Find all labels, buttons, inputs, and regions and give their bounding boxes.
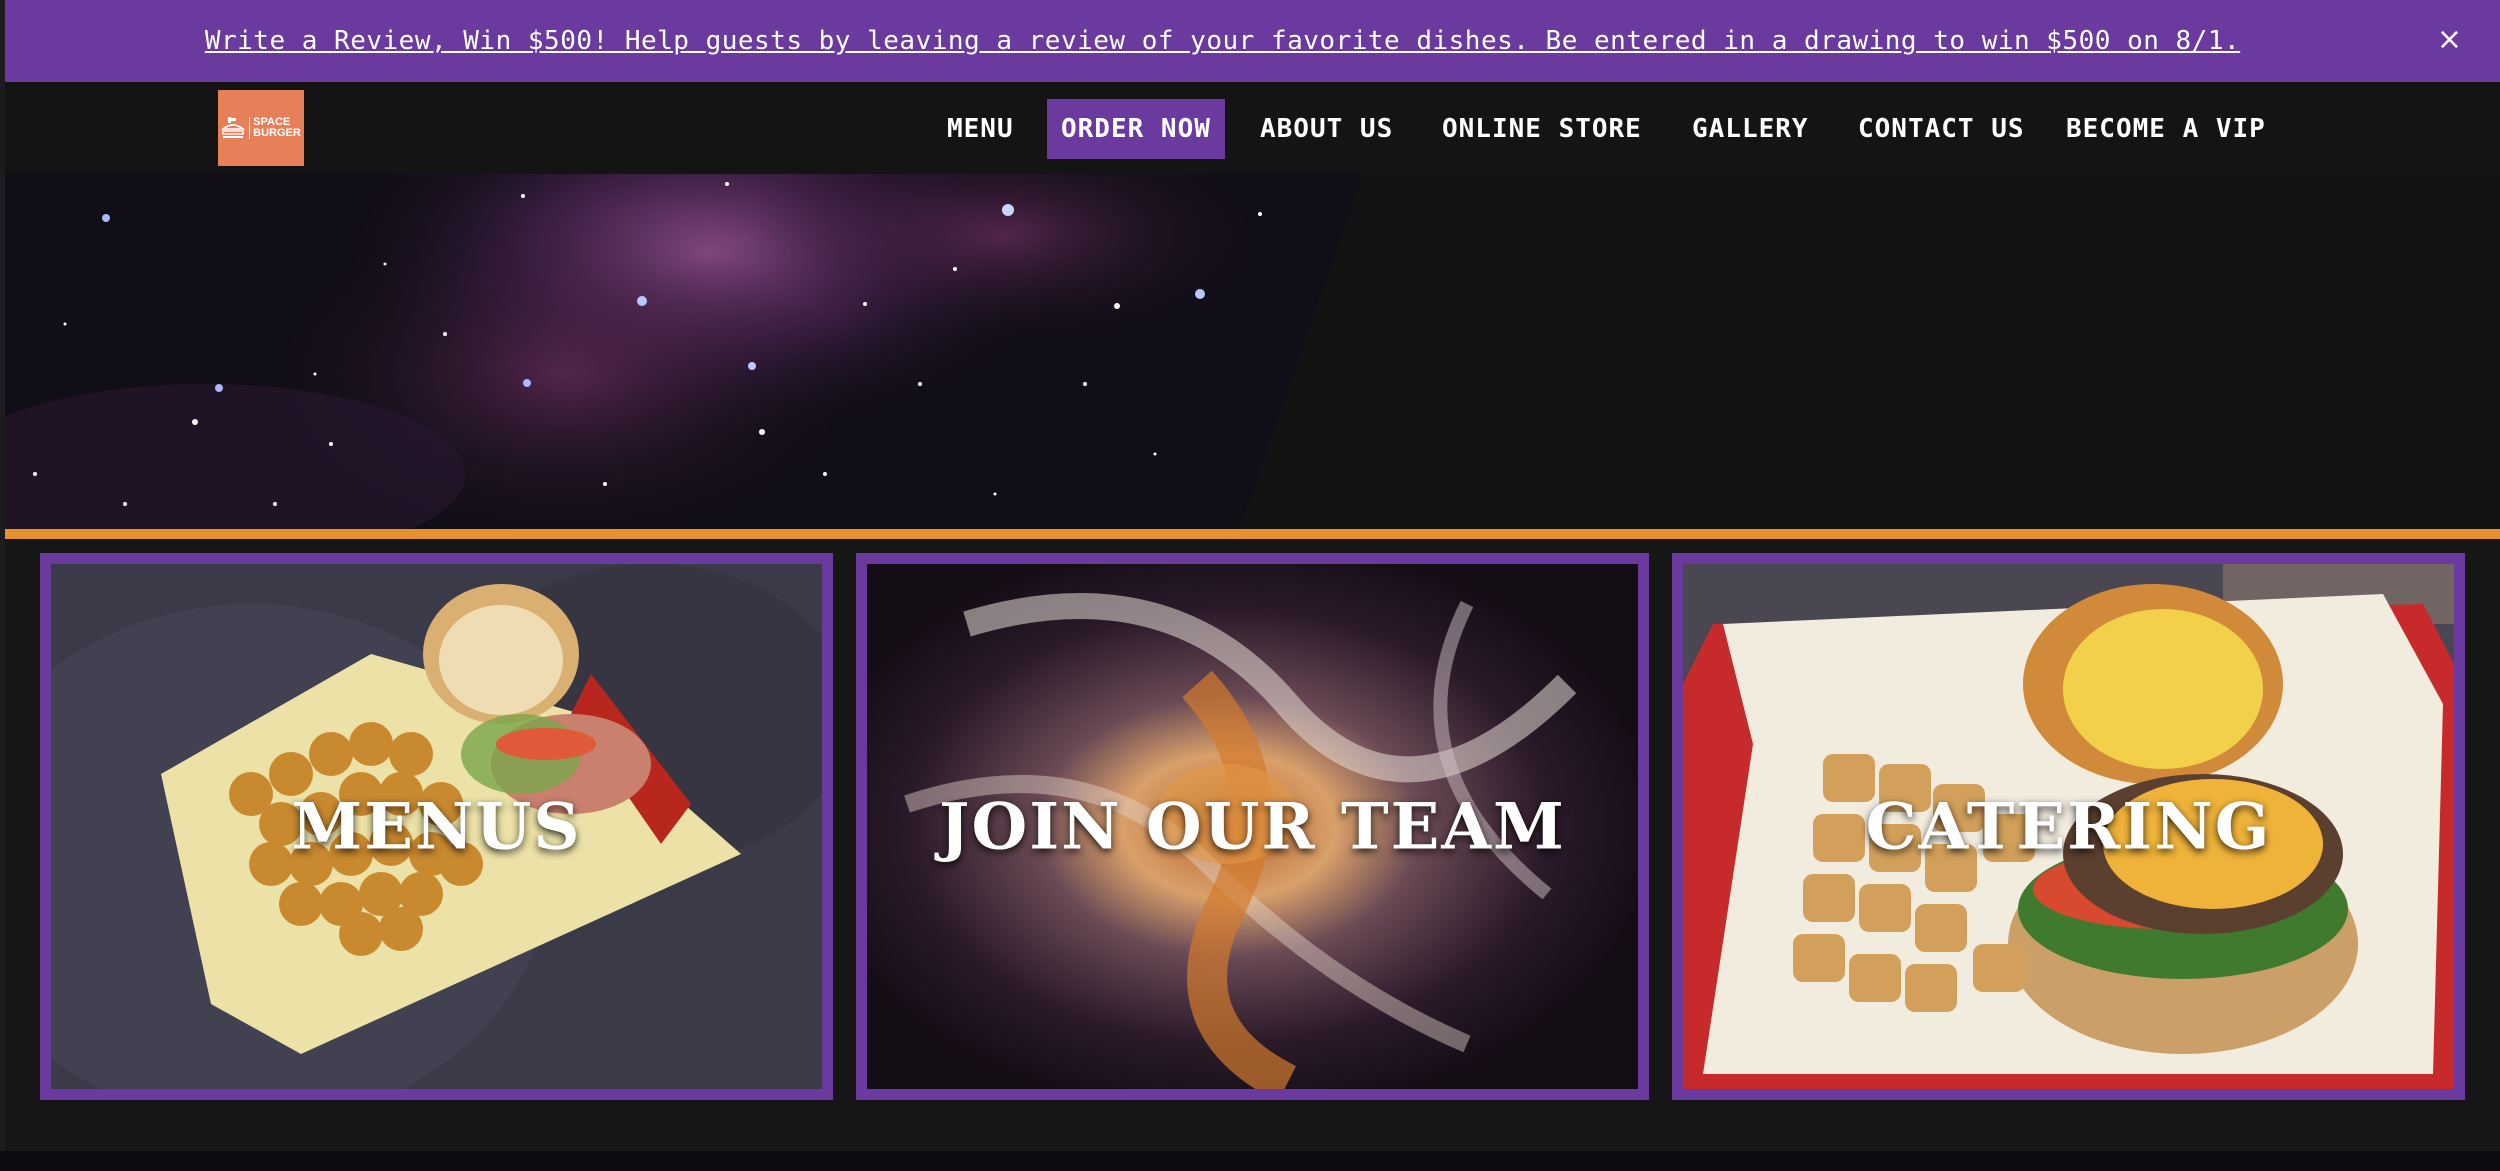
nav-item-order-now[interactable]: ORDER NOW xyxy=(1047,99,1225,159)
nav-item-contact-us[interactable]: CONTACT US xyxy=(1858,99,2025,159)
nav-item-menu[interactable]: MENU xyxy=(947,99,1014,159)
nav-item-online-store[interactable]: ONLINE STORE xyxy=(1442,99,1642,159)
close-icon[interactable]: × xyxy=(2437,22,2462,57)
card-join-our-team[interactable]: JOIN OUR TEAM xyxy=(856,553,1649,1100)
nav-item-become-a-vip[interactable]: BECOME A VIP xyxy=(2066,99,2266,159)
orange-divider xyxy=(5,529,2500,539)
site-header: SPACE BURGER MENU ORDER NOW ABOUT US ONL… xyxy=(5,82,2500,174)
card-menus[interactable]: MENUS xyxy=(40,553,833,1100)
card-catering-label: CATERING xyxy=(1865,789,2272,864)
nav-item-about-us[interactable]: ABOUT US xyxy=(1260,99,1393,159)
main-nav: MENU ORDER NOW ABOUT US ONLINE STORE GAL… xyxy=(5,99,2500,159)
hero-banner xyxy=(5,174,2500,529)
page-footer-edge xyxy=(0,1151,2500,1171)
feature-cards: MENUS JOIN OUR TEAM CATERING xyxy=(5,539,2500,1151)
announcement-link[interactable]: Write a Review, Win $500! Help guests by… xyxy=(205,26,2240,56)
nav-item-gallery[interactable]: GALLERY xyxy=(1692,99,1809,159)
card-menus-label: MENUS xyxy=(291,789,582,864)
announcement-bar: Write a Review, Win $500! Help guests by… xyxy=(5,0,2500,82)
space-nebula-image xyxy=(5,174,1363,529)
page: Write a Review, Win $500! Help guests by… xyxy=(0,0,2500,1171)
card-catering[interactable]: CATERING xyxy=(1672,553,2465,1100)
card-join-our-team-label: JOIN OUR TEAM xyxy=(939,789,1566,864)
